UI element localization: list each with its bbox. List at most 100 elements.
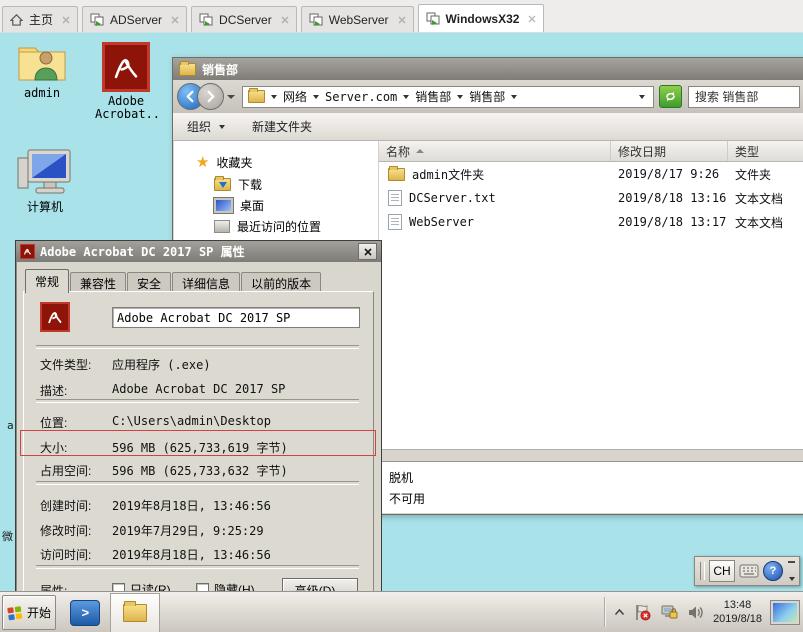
tab-label: 主页 [29, 13, 54, 27]
langbar-options[interactable] [787, 559, 796, 583]
adobe-acrobat-icon [102, 42, 150, 92]
size-value: 596 MB (625,733,619 字节) [112, 441, 288, 455]
tab-previous-versions[interactable]: 以前的版本 [241, 272, 322, 293]
new-folder-label: 新建文件夹 [252, 120, 313, 134]
dialog-title: Adobe Acrobat DC 2017 SP 属性 [40, 245, 245, 259]
langbar-grip[interactable] [700, 562, 705, 580]
crumb-network[interactable]: 网络 [283, 88, 307, 105]
help-button[interactable]: ? [763, 561, 783, 581]
search-box[interactable] [688, 85, 800, 108]
network-icon[interactable] [660, 604, 678, 620]
column-date[interactable]: 修改日期 [611, 141, 728, 161]
sidebar-label: 下载 [238, 178, 263, 192]
volume-icon[interactable] [687, 605, 704, 620]
address-breadcrumb[interactable]: 网络 Server.com 销售部 销售部 [242, 85, 654, 108]
close-icon[interactable] [398, 16, 406, 24]
tab-webserver[interactable]: WebServer [300, 6, 414, 32]
sidebar-item-recent[interactable]: 最近访问的位置 [174, 216, 378, 237]
sidebar-item-favorites[interactable]: ★ 收藏夹 [174, 151, 378, 174]
file-row-dcserver[interactable]: DCServer.txt 2019/8/18 13:16 文本文档 [379, 186, 803, 210]
taskbar-powershell-button[interactable]: > [64, 596, 106, 629]
nav-history-dropdown[interactable] [227, 94, 235, 99]
tab-adserver[interactable]: ADServer [82, 6, 188, 32]
adobe-acrobat-icon [40, 302, 70, 332]
taskbar-explorer-button[interactable] [110, 593, 160, 632]
tab-label: ADServer [110, 12, 163, 27]
file-name: admin文件夹 [412, 167, 485, 182]
sidebar-item-downloads[interactable]: 下载 [174, 174, 378, 195]
tab-home[interactable]: 主页 [2, 6, 79, 32]
desktop-icon-admin[interactable]: admin [9, 40, 75, 100]
crumb-dept[interactable]: 销售部 [415, 88, 451, 105]
column-name[interactable]: 名称 [379, 141, 611, 161]
keyboard-icon[interactable] [739, 564, 759, 578]
address-dropdown-icon[interactable] [639, 94, 645, 99]
minimize-icon[interactable] [788, 561, 795, 563]
desktop-icon-label: admin [23, 86, 61, 100]
close-icon[interactable] [281, 16, 289, 24]
crumb-caret-icon[interactable] [403, 94, 410, 99]
sidebar-label: 收藏夹 [216, 156, 253, 170]
adobe-acrobat-icon [20, 244, 35, 259]
crumb-server[interactable]: Server.com [325, 90, 397, 104]
tab-general[interactable]: 常规 [25, 269, 70, 293]
tab-details[interactable]: 详细信息 [172, 272, 241, 293]
separator [36, 345, 359, 349]
explorer-titlebar[interactable]: 销售部 [173, 58, 803, 80]
file-date: 2019/8/18 13:16 [618, 191, 727, 205]
organize-menu[interactable]: 组织 [187, 118, 228, 135]
new-folder-button[interactable]: 新建文件夹 [252, 118, 312, 135]
close-button[interactable] [358, 243, 377, 260]
tab-label: WindowsX32 [445, 11, 520, 26]
desktop-icon-adobe[interactable]: Adobe Acrobat.. [88, 42, 164, 121]
crumb-folder[interactable]: 销售部 [469, 88, 505, 105]
action-center-flag-icon[interactable] [634, 604, 651, 621]
close-icon[interactable] [528, 15, 536, 23]
dialog-titlebar[interactable]: Adobe Acrobat DC 2017 SP 属性 [16, 241, 381, 262]
desktop-icon-computer[interactable]: 计算机 [12, 146, 78, 214]
file-name-field[interactable] [112, 307, 360, 328]
size-label: 大小: [40, 441, 68, 455]
tab-dcserver[interactable]: DCServer [191, 6, 297, 32]
file-name: DCServer.txt [409, 191, 496, 205]
crumb-caret-icon[interactable] [457, 94, 464, 99]
crumb-caret-icon[interactable] [511, 94, 518, 99]
help-glyph: ? [769, 565, 777, 577]
clock-date: 2019/8/18 [713, 613, 762, 625]
sidebar-item-desktop[interactable]: 桌面 [174, 195, 378, 216]
refresh-button[interactable] [659, 85, 682, 108]
sidebar-label: 最近访问的位置 [237, 220, 322, 234]
home-icon [10, 14, 23, 26]
column-label: 类型 [735, 144, 760, 159]
crumb-caret-icon[interactable] [313, 94, 320, 99]
crumb-caret-icon[interactable] [271, 94, 277, 99]
separator [36, 399, 359, 403]
tab-security[interactable]: 安全 [127, 272, 172, 293]
language-button[interactable]: CH [709, 560, 735, 582]
tab-compatibility[interactable]: 兼容性 [70, 272, 127, 293]
offline-status: 脱机 [389, 471, 414, 485]
tab-windowsx32[interactable]: WindowsX32 [417, 4, 545, 32]
text-file-icon [388, 190, 402, 206]
downloads-icon [214, 176, 231, 191]
file-type: 文本文档 [735, 191, 784, 206]
file-row-webserver[interactable]: WebServer 2019/8/18 13:17 文本文档 [379, 210, 803, 234]
close-icon[interactable] [171, 16, 179, 24]
search-input[interactable] [689, 88, 799, 105]
description-label: 描述: [40, 384, 68, 398]
desktop-icon [213, 197, 234, 214]
close-icon[interactable] [62, 16, 70, 24]
column-type[interactable]: 类型 [728, 141, 803, 161]
show-hidden-icons-chevron[interactable] [614, 608, 625, 616]
chevron-down-icon[interactable] [788, 577, 795, 581]
file-row-admin[interactable]: admin文件夹 2019/8/17 9:26 文件夹 [379, 162, 803, 186]
file-list-empty-area[interactable] [379, 234, 803, 449]
horizontal-scrollbar[interactable] [379, 449, 803, 461]
separator [36, 565, 359, 569]
modified-value: 2019年7月29日, 9:25:29 [112, 524, 264, 538]
taskbar-clock[interactable]: 13:48 2019/8/18 [713, 598, 762, 626]
details-pane: 脱机 不可用 [379, 461, 803, 513]
forward-button[interactable] [197, 83, 224, 110]
start-button[interactable]: 开始 [2, 595, 56, 630]
show-desktop-button[interactable] [770, 599, 800, 625]
